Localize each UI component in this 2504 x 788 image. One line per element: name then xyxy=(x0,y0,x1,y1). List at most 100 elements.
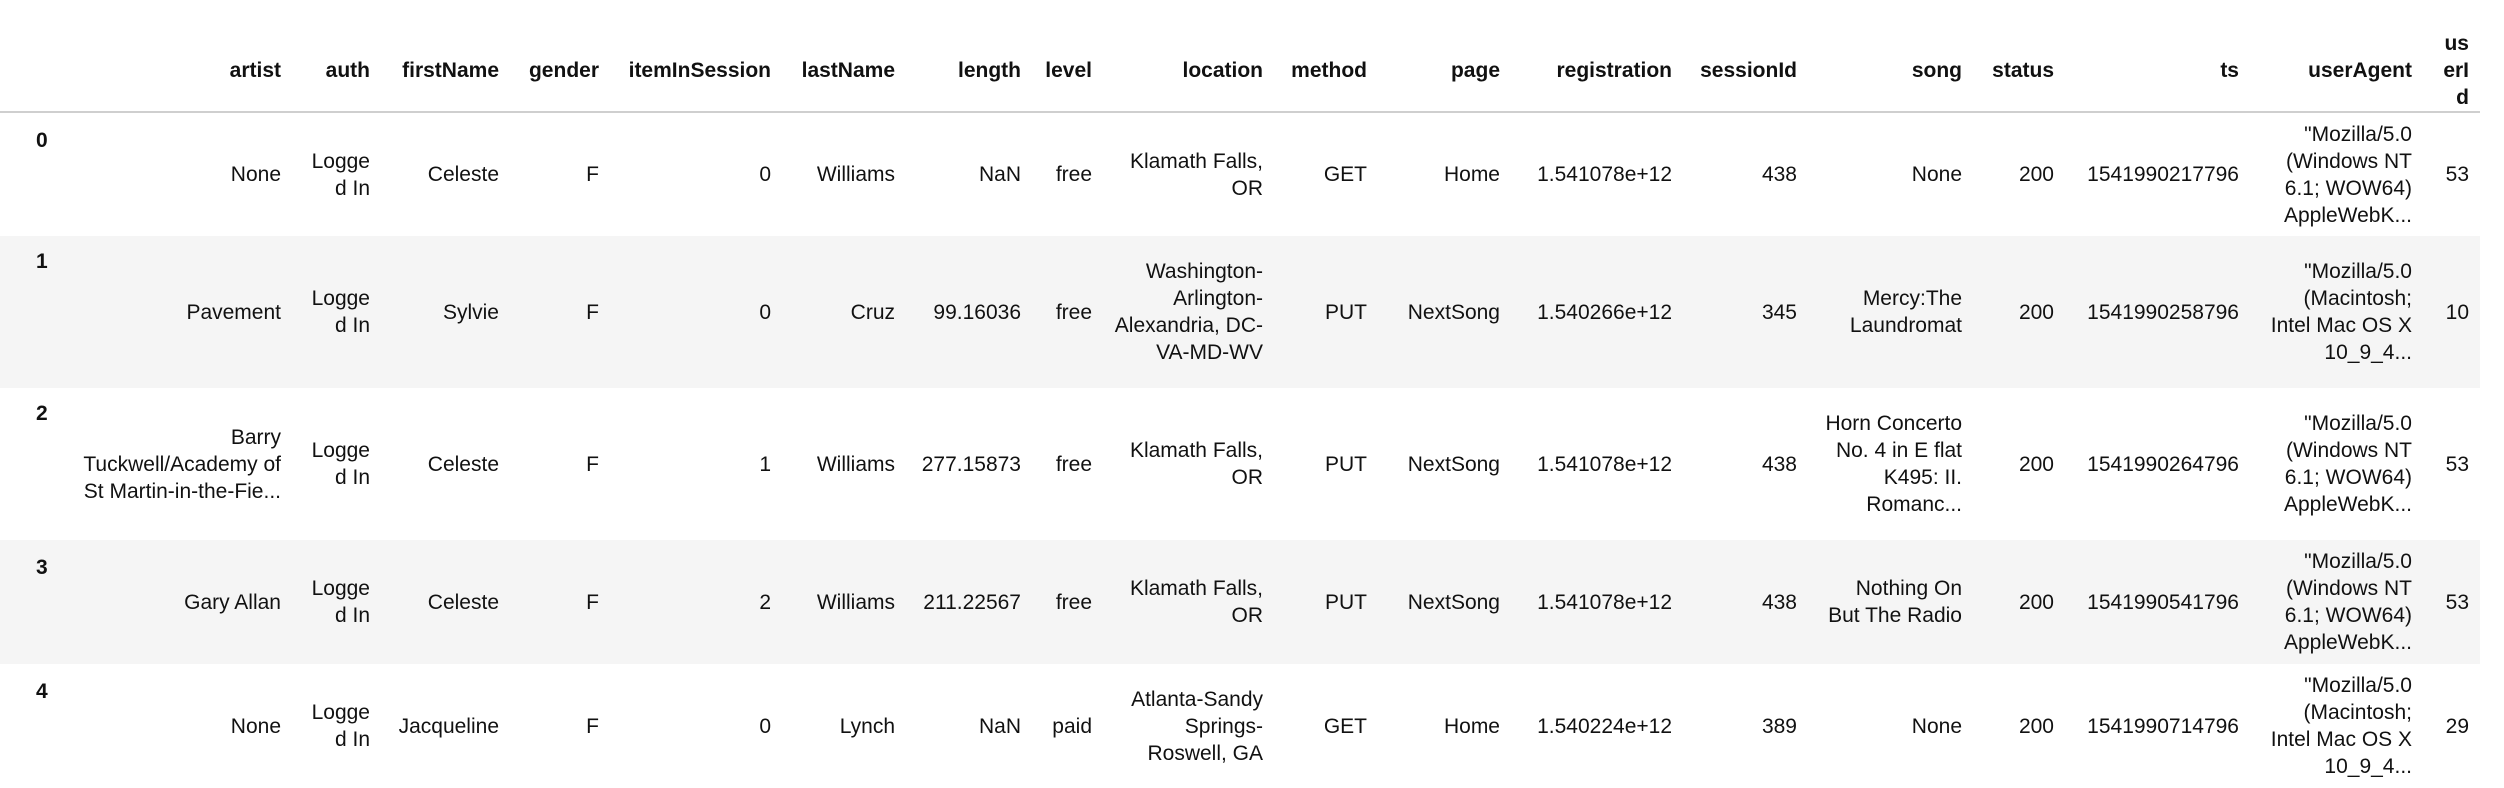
table-row: 0 None Logged In Celeste F 0 Williams Na… xyxy=(0,112,2480,236)
table-cell: NextSong xyxy=(1407,452,1500,476)
table-row: 4 None Logged In Jacqueline F 0 Lynch Na… xyxy=(0,664,2480,788)
table-cell: 53 xyxy=(2445,590,2469,614)
table-cell: PUT xyxy=(1325,590,1367,614)
table-cell: None xyxy=(230,163,281,186)
table-cell: 200 xyxy=(2018,300,2054,324)
column-header: ts xyxy=(2065,30,2250,113)
table-cell: 277.15873 xyxy=(921,452,1021,476)
table-cell: "Mozilla/5.0 (Windows NT 6.1; WOW64) App… xyxy=(2283,550,2412,654)
table-cell: Williams xyxy=(816,163,895,186)
column-header: firstName xyxy=(381,30,510,113)
table-cell: Sylvie xyxy=(442,300,499,324)
table-cell: GET xyxy=(1323,163,1367,186)
table-cell: "Mozilla/5.0 (Windows NT 6.1; WOW64) App… xyxy=(2283,412,2412,516)
table-cell: Cruz xyxy=(850,300,895,324)
row-index: 4 xyxy=(36,680,48,703)
table-cell: 438 xyxy=(1761,590,1797,614)
table-cell: GET xyxy=(1323,714,1367,738)
table-cell: Logged In xyxy=(311,287,370,337)
row-index: 0 xyxy=(36,129,48,152)
table-cell: "Mozilla/5.0 (Macintosh; Intel Mac OS X … xyxy=(2270,674,2412,778)
table-cell: 0 xyxy=(759,163,771,186)
table-cell: free xyxy=(1055,452,1092,476)
table-row: 1 Pavement Logged In Sylvie F 0 Cruz 99.… xyxy=(0,236,2480,388)
table-cell: F xyxy=(586,452,599,476)
table-cell: Logged In xyxy=(311,701,370,751)
column-header: method xyxy=(1274,30,1378,113)
table-cell: 1541990258796 xyxy=(2087,300,2239,324)
table-cell: Logged In xyxy=(311,577,370,627)
table-cell: Williams xyxy=(816,590,895,614)
row-index: 2 xyxy=(36,402,48,425)
column-header: gender xyxy=(510,30,610,113)
table-cell: 389 xyxy=(1761,714,1797,738)
table-cell: 345 xyxy=(1761,300,1797,324)
table-cell: Barry Tuckwell/Academy of St Martin-in-t… xyxy=(83,425,281,503)
table-cell: None xyxy=(230,714,281,738)
table-cell: Klamath Falls, OR xyxy=(1129,439,1263,489)
table-cell: 1.541078e+12 xyxy=(1537,163,1672,186)
column-header: length xyxy=(906,30,1032,113)
table-cell: NextSong xyxy=(1407,300,1500,324)
table-cell: "Mozilla/5.0 (Windows NT 6.1; WOW64) App… xyxy=(2283,122,2412,227)
row-index: 1 xyxy=(36,250,48,273)
column-header: userId xyxy=(2423,30,2480,113)
column-header: sessionId xyxy=(1683,30,1808,113)
table-cell: Washington-Arlington-Alexandria, DC-VA-M… xyxy=(1114,260,1263,364)
column-header: location xyxy=(1103,30,1274,113)
table-cell: 1.541078e+12 xyxy=(1537,452,1672,476)
table-cell: NextSong xyxy=(1407,590,1500,614)
table-cell: Gary Allan xyxy=(184,590,281,614)
table-cell: 438 xyxy=(1761,452,1797,476)
table-cell: Logged In xyxy=(311,149,370,200)
table-cell: 438 xyxy=(1761,163,1797,186)
table-cell: NaN xyxy=(978,163,1021,186)
table-row: 3 Gary Allan Logged In Celeste F 2 Willi… xyxy=(0,540,2480,664)
table-cell: paid xyxy=(1052,714,1092,738)
column-header: status xyxy=(1973,30,2065,113)
dataframe-table: artist auth firstName gender itemInSessi… xyxy=(0,30,2480,788)
table-cell: Jacqueline xyxy=(398,714,499,738)
column-header: registration xyxy=(1511,30,1683,113)
table-cell: 1.540266e+12 xyxy=(1537,300,1672,324)
table-cell: 1.541078e+12 xyxy=(1537,590,1672,614)
column-header: song xyxy=(1808,30,1973,113)
table-cell: 1541990264796 xyxy=(2087,452,2239,476)
table-cell: Celeste xyxy=(427,452,499,476)
table-cell: Williams xyxy=(816,452,895,476)
table-cell: 200 xyxy=(2018,163,2054,186)
table-cell: 10 xyxy=(2445,300,2469,324)
table-cell: free xyxy=(1055,163,1092,186)
table-cell: Klamath Falls, OR xyxy=(1129,577,1263,627)
table-cell: 1541990714796 xyxy=(2087,714,2239,738)
table-cell: Celeste xyxy=(427,163,499,186)
table-cell: F xyxy=(586,590,599,614)
index-header xyxy=(0,30,70,113)
table-cell: Atlanta-Sandy Springs-Roswell, GA xyxy=(1131,687,1263,765)
table-cell: 53 xyxy=(2445,452,2469,476)
table-cell: 99.16036 xyxy=(933,300,1021,324)
table-cell: 53 xyxy=(2445,163,2469,186)
table-cell: Klamath Falls, OR xyxy=(1129,149,1263,200)
table-cell: F xyxy=(586,163,599,186)
table-cell: 200 xyxy=(2018,452,2054,476)
column-header: itemInSession xyxy=(610,30,782,113)
table-cell: Nothing On But The Radio xyxy=(1828,577,1962,627)
table-cell: 1541990541796 xyxy=(2087,590,2239,614)
table-cell: Pavement xyxy=(186,300,281,324)
column-header: userAgent xyxy=(2250,30,2423,113)
table-cell: free xyxy=(1055,300,1092,324)
table-cell: F xyxy=(586,714,599,738)
table-cell: "Mozilla/5.0 (Macintosh; Intel Mac OS X … xyxy=(2270,260,2412,364)
row-index: 3 xyxy=(36,556,48,579)
column-header: artist xyxy=(70,30,292,113)
table-cell: 211.22567 xyxy=(923,590,1021,614)
table-cell: 200 xyxy=(2018,714,2054,738)
table-cell: Mercy:The Laundromat xyxy=(1849,287,1962,337)
table-cell: None xyxy=(1911,163,1962,186)
table-cell: F xyxy=(586,300,599,324)
table-cell: free xyxy=(1055,590,1092,614)
table-cell: PUT xyxy=(1325,452,1367,476)
table-cell: 200 xyxy=(2018,590,2054,614)
table-cell: 1541990217796 xyxy=(2087,163,2239,186)
